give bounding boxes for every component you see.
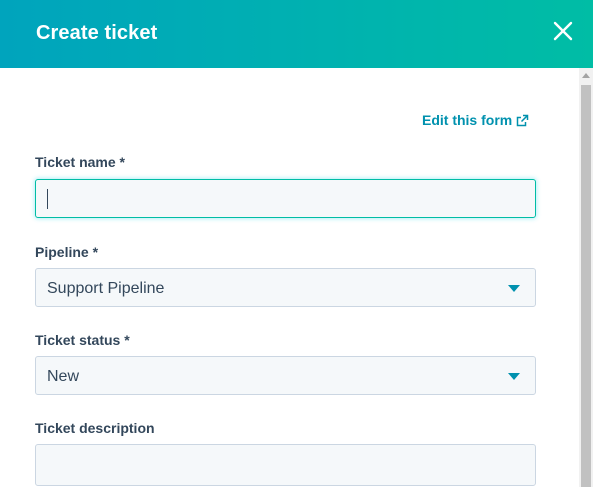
scroll-up-icon[interactable] bbox=[582, 73, 590, 78]
close-button[interactable] bbox=[550, 18, 576, 44]
create-ticket-panel: Create ticket Edit this form Ticket name… bbox=[0, 0, 593, 487]
vertical-scrollbar[interactable] bbox=[579, 68, 593, 487]
ticket-status-value: New bbox=[47, 368, 80, 385]
pipeline-value: Support Pipeline bbox=[47, 280, 165, 297]
ticket-name-label: Ticket name * bbox=[35, 154, 126, 170]
edit-form-label: Edit this form bbox=[422, 112, 513, 128]
chevron-down-icon bbox=[508, 285, 520, 292]
external-link-icon bbox=[516, 114, 529, 126]
ticket-description-label: Ticket description bbox=[35, 420, 155, 436]
ticket-status-select[interactable]: New bbox=[35, 356, 536, 395]
pipeline-select[interactable]: Support Pipeline bbox=[35, 268, 536, 307]
panel-header: Create ticket bbox=[0, 0, 593, 68]
pipeline-label: Pipeline * bbox=[35, 244, 99, 260]
edit-form-link[interactable]: Edit this form bbox=[422, 112, 529, 128]
text-caret bbox=[47, 189, 48, 209]
panel-title: Create ticket bbox=[36, 22, 158, 44]
ticket-name-input[interactable] bbox=[35, 179, 536, 218]
scrollbar-thumb[interactable] bbox=[581, 85, 591, 487]
ticket-description-input[interactable] bbox=[35, 444, 536, 486]
ticket-status-label: Ticket status * bbox=[35, 332, 130, 348]
close-icon bbox=[553, 21, 573, 41]
chevron-down-icon bbox=[508, 373, 520, 380]
